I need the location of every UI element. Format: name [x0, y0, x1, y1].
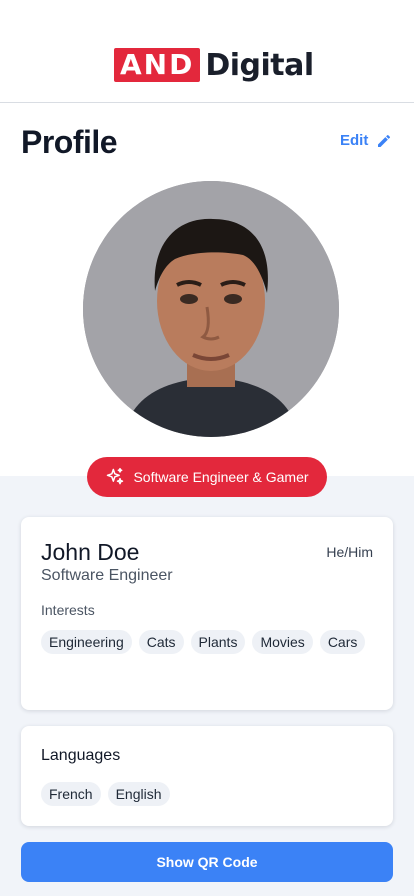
interest-tag: Engineering: [41, 630, 132, 654]
avatar: [83, 181, 339, 437]
page-title: Profile: [21, 124, 118, 160]
profile-card: John Doe He/Him Software Engineer Intere…: [21, 517, 393, 710]
language-tag: French: [41, 782, 101, 806]
languages-title: Languages: [41, 747, 121, 764]
interests-label: Interests: [41, 602, 95, 618]
interest-tag: Movies: [252, 630, 313, 654]
edit-button[interactable]: Edit: [340, 132, 392, 149]
job-title: Software Engineer: [41, 567, 173, 584]
profile-name: John Doe: [41, 539, 140, 565]
languages-list: French English: [41, 782, 170, 806]
pronouns: He/Him: [326, 544, 373, 560]
logo-mark: AND: [114, 48, 201, 82]
role-badge-label: Software Engineer & Gamer: [133, 469, 309, 485]
language-tag: English: [107, 782, 170, 806]
logo-bar: AND Digital: [0, 0, 414, 103]
profile-header-area: AND Digital Profile Edit: [0, 0, 414, 476]
avatar-image: [83, 181, 339, 437]
logo-text: Digital: [205, 47, 314, 83]
interests-list: Engineering Cats Plants Movies Cars: [41, 630, 381, 654]
edit-label: Edit: [340, 132, 369, 149]
languages-card: Languages French English: [21, 726, 393, 826]
show-qr-code-button[interactable]: Show QR Code: [21, 842, 393, 882]
and-digital-logo: AND Digital: [114, 47, 314, 83]
role-badge: Software Engineer & Gamer: [87, 457, 327, 497]
pencil-icon: [378, 134, 391, 147]
interest-tag: Cats: [138, 630, 184, 654]
sparkles-icon: [107, 467, 124, 485]
interest-tag: Plants: [190, 630, 246, 654]
interest-tag: Cars: [319, 630, 366, 654]
